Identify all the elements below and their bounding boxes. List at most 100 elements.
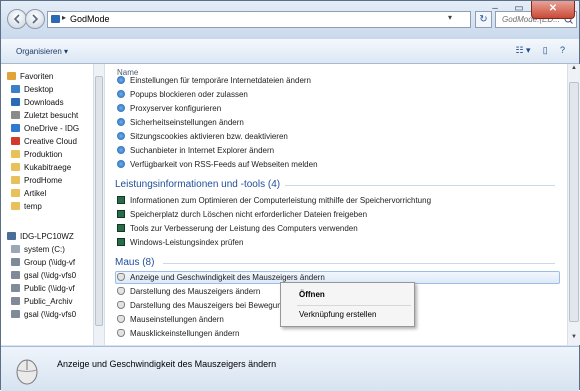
list-item-label: Suchanbieter in Internet Explorer ändern: [130, 146, 275, 155]
list-item[interactable]: Windows-Leistungsindex prüfen: [117, 238, 243, 250]
mouse-icon: [117, 301, 125, 309]
list-item[interactable]: Suchanbieter in Internet Explorer ändern: [117, 146, 274, 158]
sidebar-item[interactable]: Downloads: [11, 98, 64, 111]
view-options-icon[interactable]: ☷ ▾: [515, 45, 530, 56]
sidebar-item-label: gsal (\\idg-vfs0: [24, 310, 77, 319]
maximize-button[interactable]: ▭: [507, 1, 531, 19]
breadcrumb[interactable]: GodMode: [70, 14, 110, 24]
sidebar-item[interactable]: Kukabitraege: [11, 163, 71, 176]
sidebar-item[interactable]: Group (\\idg-vf: [11, 258, 75, 271]
sidebar-item-label: ProdHome: [24, 176, 63, 185]
list-item-label: Speicherplatz durch Löschen nicht erford…: [130, 210, 368, 219]
close-button[interactable]: ✕: [531, 1, 575, 19]
menu-item-create-shortcut[interactable]: Verknüpfung erstellen: [299, 310, 376, 319]
list-item[interactable]: Speicherplatz durch Löschen nicht erford…: [117, 210, 367, 222]
close-icon: ✕: [548, 3, 558, 14]
scroll-up-icon[interactable]: ▲: [569, 65, 579, 75]
back-button[interactable]: [7, 9, 27, 29]
list-item-label: Mauseinstellungen ändern: [130, 315, 224, 324]
internet-options-icon: [117, 146, 125, 154]
nav-scrollbar[interactable]: [93, 64, 104, 345]
scroll-down-icon[interactable]: ▼: [569, 334, 579, 344]
nav-scrollbar-thumb[interactable]: [95, 76, 103, 326]
sidebar-item[interactable]: Zuletzt besucht: [11, 111, 78, 124]
sidebar-item[interactable]: temp: [11, 202, 42, 215]
group-header-performance[interactable]: Leistungsinformationen und -tools (4): [115, 179, 280, 190]
folder-icon: [7, 232, 16, 240]
folder-icon: [7, 72, 16, 80]
list-item[interactable]: Verfügbarkeit von RSS-Feeds auf Webseite…: [117, 160, 318, 172]
sidebar-item[interactable]: OneDrive - IDG: [11, 124, 79, 137]
navigation-pane: Favoriten Desktop Downloads Zuletzt besucht…: [1, 64, 105, 345]
forward-button[interactable]: [25, 9, 45, 29]
performance-icon: [117, 196, 125, 204]
list-item[interactable]: Proxyserver konfigurieren: [117, 104, 221, 116]
sidebar-item-label: OneDrive - IDG: [24, 124, 80, 133]
performance-icon: [117, 210, 125, 218]
sidebar-item[interactable]: Produktion: [11, 150, 62, 163]
list-item[interactable]: Darstellung des Mauszeigers bei Bewegung: [117, 301, 286, 313]
list-item-label: Windows-Leistungsindex prüfen: [130, 238, 244, 247]
list-item[interactable]: Tools zur Verbesserung der Leistung des …: [117, 224, 358, 236]
title-bar: ▸ GodMode ▾ ↻ GodMode.{ED... – ▭ ✕: [1, 1, 579, 39]
folder-icon: [11, 297, 20, 305]
list-item[interactable]: Popups blockieren oder zulassen: [117, 90, 248, 102]
group-header-mouse[interactable]: Maus (8): [115, 257, 154, 268]
folder-icon: [11, 245, 20, 253]
list-item-label: Einstellungen für temporäre Internetdate…: [130, 76, 312, 85]
list-item-label: Sitzungscookies aktivieren bzw. deaktivi…: [130, 132, 288, 141]
sidebar-item-label: Favoriten: [20, 72, 54, 81]
list-item-label: Informationen zum Optimieren der Compute…: [130, 196, 432, 205]
list-item-label: Darstellung des Mauszeigers ändern: [130, 287, 261, 296]
sidebar-item-label: gsal (\\idg-vfs0: [24, 271, 77, 280]
sidebar-item[interactable]: IDG-LPC10WZ: [7, 232, 74, 245]
internet-options-icon: [117, 132, 125, 140]
list-item[interactable]: Einstellungen für temporäre Internetdate…: [117, 76, 311, 88]
sidebar-item[interactable]: gsal (\\idg-vfs0: [11, 310, 76, 323]
preview-pane-icon[interactable]: ▯: [543, 45, 548, 56]
internet-options-icon: [117, 104, 125, 112]
sidebar-item[interactable]: ProdHome: [11, 176, 62, 189]
mouse-icon: [16, 359, 38, 385]
content-scrollbar[interactable]: ▲ ▼: [567, 64, 580, 345]
sidebar-item[interactable]: Artikel: [11, 189, 46, 202]
sidebar-item-label: Public (\\idg-vf: [24, 284, 75, 293]
menu-item-open[interactable]: Öffnen: [299, 290, 325, 299]
context-menu: Öffnen Verknüpfung erstellen: [280, 282, 415, 327]
mouse-icon: [117, 273, 125, 281]
minimize-icon: –: [492, 3, 498, 14]
minimize-button[interactable]: –: [483, 1, 507, 19]
folder-icon: [11, 202, 20, 210]
maximize-icon: ▭: [514, 3, 524, 14]
chevron-down-icon[interactable]: ▾: [448, 13, 452, 22]
list-item[interactable]: Sicherheitseinstellungen ändern: [117, 118, 244, 130]
performance-icon: [117, 224, 125, 232]
sidebar-item[interactable]: system (C:): [11, 245, 65, 258]
sidebar-item[interactable]: Public_Archiv: [11, 297, 72, 310]
sidebar-item-label: Artikel: [24, 189, 47, 198]
organize-menu[interactable]: Organisieren ▾: [16, 47, 68, 56]
sidebar-item[interactable]: Creative Cloud: [11, 137, 77, 150]
details-title: Anzeige und Geschwindigkeit des Mauszeig…: [57, 359, 277, 369]
list-item[interactable]: Mauseinstellungen ändern: [117, 315, 224, 327]
address-bar[interactable]: ▸ GodMode ▾: [47, 11, 471, 28]
help-icon[interactable]: ?: [560, 45, 565, 55]
folder-icon: [11, 189, 20, 197]
folder-icon: [11, 284, 20, 292]
list-item[interactable]: Mausklickeinstellungen ändern: [117, 329, 239, 341]
forward-arrow-icon: [32, 14, 39, 24]
sidebar-item[interactable]: Public (\\idg-vf: [11, 284, 75, 297]
sidebar-item[interactable]: Desktop: [11, 85, 53, 98]
sidebar-item-label: Produktion: [24, 150, 63, 159]
content-scrollbar-thumb[interactable]: [569, 82, 579, 322]
list-item-label: Mausklickeinstellungen ändern: [130, 329, 240, 338]
mouse-icon: [117, 315, 125, 323]
sidebar-item[interactable]: Favoriten: [7, 72, 53, 85]
list-item[interactable]: Sitzungscookies aktivieren bzw. deaktivi…: [117, 132, 288, 144]
sidebar-item[interactable]: gsal (\\idg-vfs0: [11, 271, 76, 284]
list-item[interactable]: Informationen zum Optimieren der Compute…: [117, 196, 431, 208]
internet-options-icon: [117, 90, 125, 98]
list-item[interactable]: Darstellung des Mauszeigers ändern: [117, 287, 260, 299]
sidebar-item-label: Group (\\idg-vf: [24, 258, 76, 267]
sidebar-item-label: Public_Archiv: [24, 297, 73, 306]
